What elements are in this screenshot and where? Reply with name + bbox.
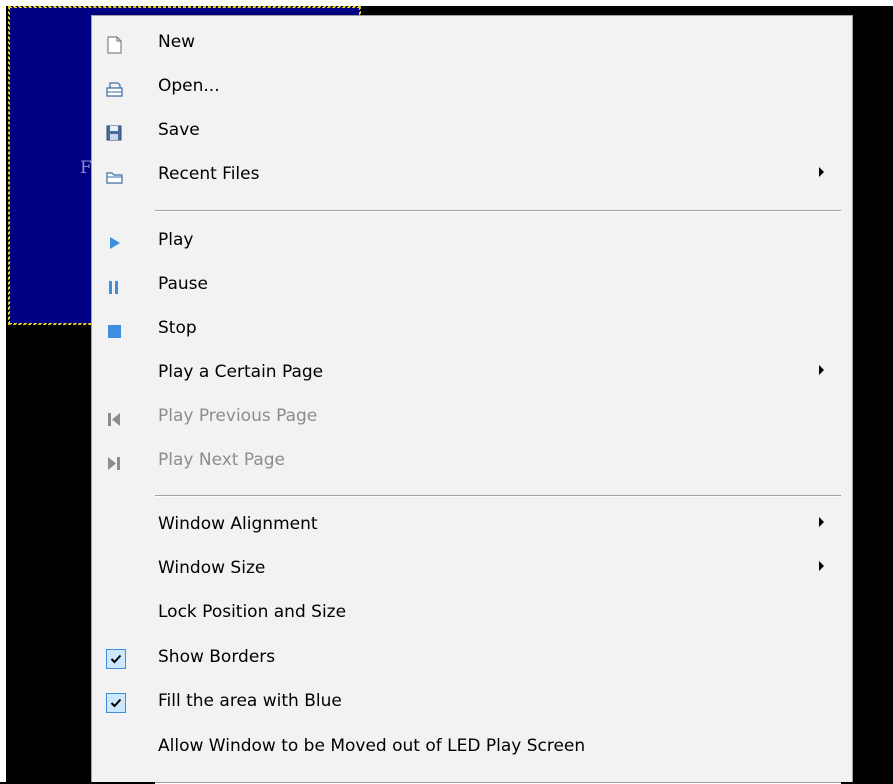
stop-icon (104, 321, 124, 341)
screen-top-edge (0, 0, 893, 6)
menu-item-label: Recent Files (158, 164, 260, 184)
menu-separator (155, 782, 841, 784)
previous-page-icon (104, 409, 124, 429)
context-menu: New Open... Save Recent Files Play Pause (91, 15, 853, 784)
menu-item-allow-window-moved-out[interactable]: Allow Window to be Moved out of LED Play… (92, 726, 852, 770)
menu-item-label: New (158, 32, 196, 52)
submenu-arrow-icon (819, 365, 824, 375)
menu-item-label: Pause (158, 274, 208, 294)
menu-item-lock-position-size[interactable]: Lock Position and Size (92, 592, 852, 636)
menu-item-label: Open... (158, 76, 220, 96)
menu-item-window-alignment[interactable]: Window Alignment (92, 504, 852, 548)
check-icon (106, 649, 126, 669)
menu-item-label: Play Previous Page (158, 406, 318, 426)
menu-item-open[interactable]: Open... (92, 66, 852, 110)
menu-item-pause[interactable]: Pause (92, 264, 852, 308)
menu-item-label: Play (158, 230, 194, 250)
menu-item-window-size[interactable]: Window Size (92, 548, 852, 592)
menu-item-show-borders[interactable]: Show Borders (92, 637, 852, 681)
folder-icon (104, 167, 124, 187)
menu-separator (155, 495, 841, 497)
menu-item-play[interactable]: Play (92, 220, 852, 264)
menu-item-new[interactable]: New (92, 22, 852, 66)
menu-item-label: Allow Window to be Moved out of LED Play… (158, 736, 586, 756)
menu-item-play-certain-page[interactable]: Play a Certain Page (92, 352, 852, 396)
menu-item-label: Lock Position and Size (158, 602, 347, 622)
submenu-arrow-icon (819, 167, 824, 177)
pause-icon (104, 277, 124, 297)
menu-item-save[interactable]: Save (92, 110, 852, 154)
open-icon (104, 79, 124, 99)
menu-separator (155, 210, 841, 212)
menu-item-recent-files[interactable]: Recent Files (92, 154, 852, 198)
menu-item-label: Save (158, 120, 200, 140)
menu-item-play-previous-page[interactable]: Play Previous Page (92, 396, 852, 440)
screen-left-edge (0, 0, 6, 782)
submenu-arrow-icon (819, 517, 824, 527)
menu-item-label: Play a Certain Page (158, 362, 324, 382)
menu-item-play-next-page[interactable]: Play Next Page (92, 440, 852, 484)
menu-item-label: Window Size (158, 558, 266, 578)
menu-item-fill-blue[interactable]: Fill the area with Blue (92, 681, 852, 725)
play-icon (104, 233, 124, 253)
save-icon (104, 123, 124, 143)
check-icon (106, 693, 126, 713)
menu-item-label: Window Alignment (158, 514, 318, 534)
menu-item-label: Play Next Page (158, 450, 286, 470)
menu-item-label: Show Borders (158, 647, 276, 667)
menu-item-label: Fill the area with Blue (158, 691, 342, 711)
menu-item-stop[interactable]: Stop (92, 308, 852, 352)
menu-item-label: Stop (158, 318, 197, 338)
new-file-icon (104, 35, 124, 55)
submenu-arrow-icon (819, 561, 824, 571)
next-page-icon (104, 453, 124, 473)
